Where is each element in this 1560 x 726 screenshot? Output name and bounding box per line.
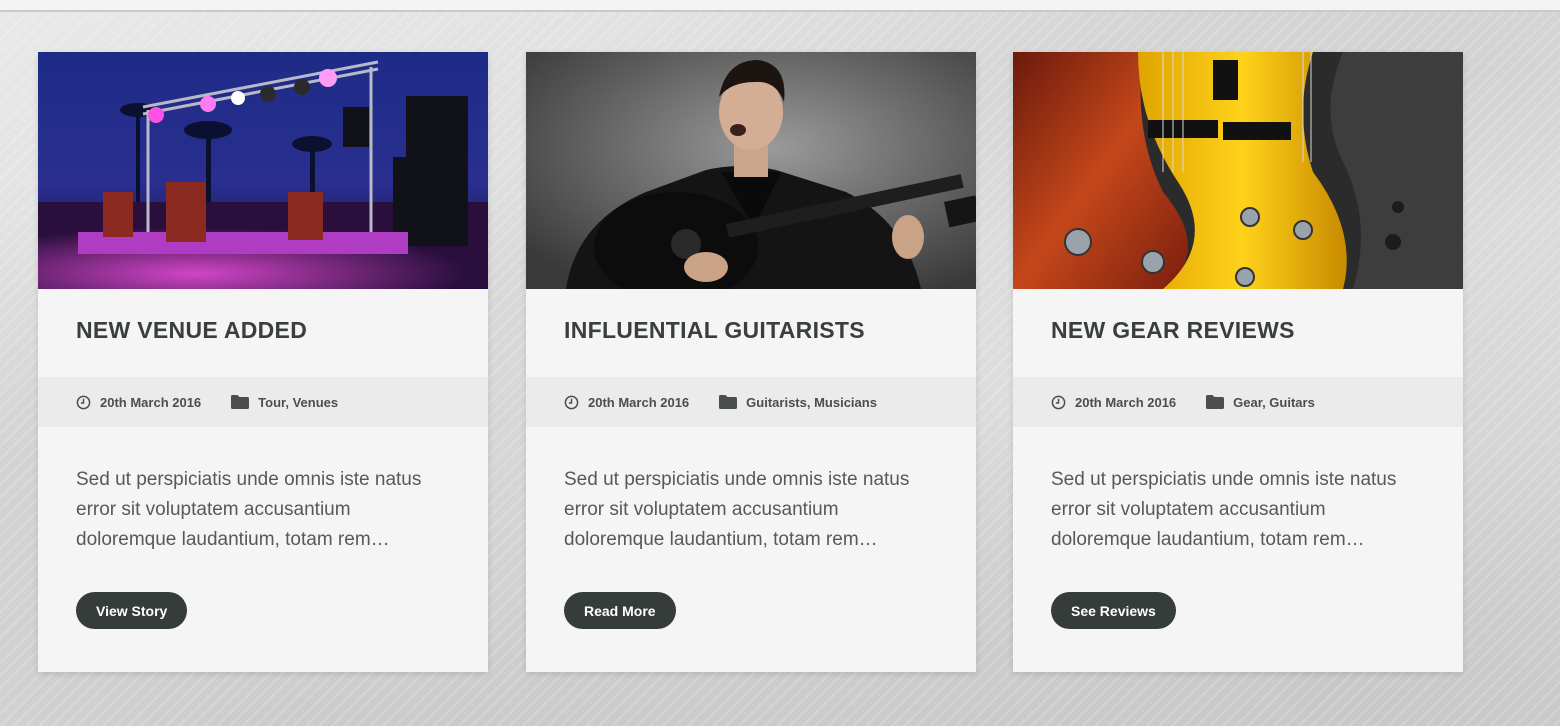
- post-image-stage[interactable]: [38, 52, 488, 289]
- folder-icon: [231, 395, 250, 409]
- post-card: NEW VENUE ADDED 20th March 2016 Tour, Ve…: [38, 52, 488, 672]
- post-meta: 20th March 2016 Guitarists, Musicians: [526, 377, 976, 427]
- post-categories[interactable]: Gear, Guitars: [1233, 395, 1315, 410]
- post-excerpt: Sed ut perspiciatis unde omnis iste natu…: [1051, 469, 1397, 550]
- post-image-guitars[interactable]: [1013, 52, 1463, 289]
- see-reviews-button[interactable]: See Reviews: [1051, 592, 1176, 629]
- folder-icon: [1206, 395, 1225, 409]
- clock-icon: [76, 395, 91, 410]
- post-card: INFLUENTIAL GUITARISTS 20th March 2016 G…: [526, 52, 976, 672]
- post-categories[interactable]: Guitarists, Musicians: [746, 395, 877, 410]
- post-date: 20th March 2016: [100, 394, 202, 410]
- post-title[interactable]: NEW GEAR REVIEWS: [1013, 289, 1463, 377]
- post-date: 20th March 2016: [1075, 394, 1177, 410]
- clock-icon: [564, 395, 579, 410]
- post-card: NEW GEAR REVIEWS 20th March 2016 Gear, G…: [1013, 52, 1463, 672]
- post-excerpt: Sed ut perspiciatis unde omnis iste natu…: [76, 469, 422, 550]
- read-more-button[interactable]: Read More: [564, 592, 676, 629]
- view-story-button[interactable]: View Story: [76, 592, 188, 629]
- post-excerpt: Sed ut perspiciatis unde omnis iste natu…: [564, 469, 910, 550]
- clock-icon: [1051, 395, 1066, 410]
- post-meta: 20th March 2016 Tour, Venues: [38, 377, 488, 427]
- top-divider: [0, 0, 1560, 12]
- folder-icon: [719, 395, 738, 409]
- post-image-guitarist[interactable]: [526, 52, 976, 289]
- post-title[interactable]: NEW VENUE ADDED: [38, 289, 488, 377]
- post-title[interactable]: INFLUENTIAL GUITARISTS: [526, 289, 976, 377]
- post-date: 20th March 2016: [588, 394, 690, 410]
- post-meta: 20th March 2016 Gear, Guitars: [1013, 377, 1463, 427]
- post-categories[interactable]: Tour, Venues: [258, 395, 338, 410]
